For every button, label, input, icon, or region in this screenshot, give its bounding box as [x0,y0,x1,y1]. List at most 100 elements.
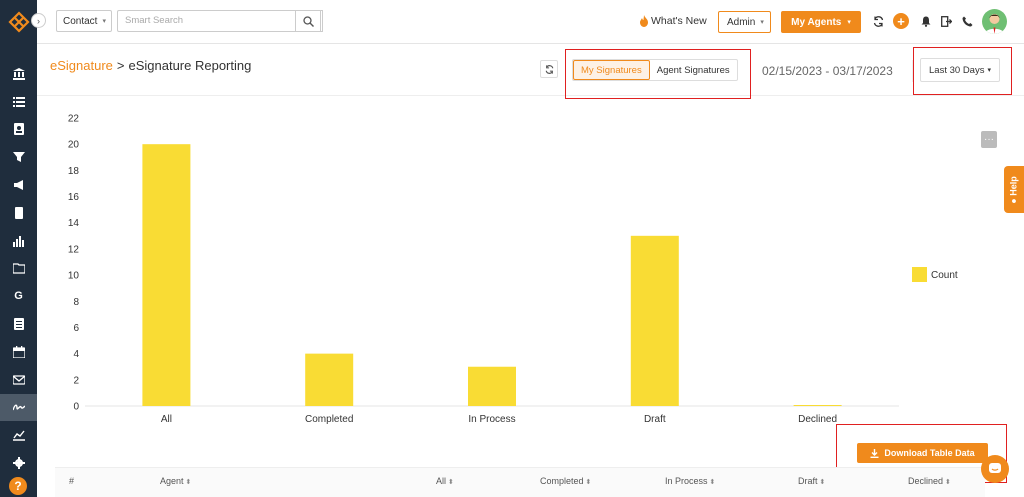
col-draft[interactable]: Draft ⬍ [798,476,825,486]
funnel-icon[interactable] [0,143,37,171]
megaphone-icon[interactable] [0,171,37,199]
user-avatar[interactable] [982,9,1007,34]
mail-icon[interactable] [0,366,37,394]
x-tick-label: Draft [644,414,666,425]
y-tick-label: 2 [73,375,79,386]
signature-tabs: My Signatures Agent Signatures [572,59,738,81]
bar-chart-icon[interactable] [0,227,37,255]
search-icon [302,15,314,27]
tab-agent-signatures[interactable]: Agent Signatures [650,60,737,80]
help-circle-icon[interactable]: ? [9,477,27,495]
help-tab-icon: ● [1009,195,1020,204]
date-range-field[interactable]: 02/15/2023 - 03/17/2023 [755,60,913,82]
whats-new-label: What's New [651,15,707,27]
document-icon[interactable] [0,199,37,227]
refresh-button[interactable] [540,60,558,78]
page-title: eSignature Reporting [128,58,252,73]
col-declined[interactable]: Declined ⬍ [908,476,951,486]
contact-card-icon[interactable] [0,116,37,144]
spreadsheet-icon[interactable] [0,310,37,338]
y-tick-label: 18 [68,166,80,177]
gear-icon[interactable] [0,449,37,477]
download-label: Download Table Data [884,448,975,458]
signature-chart: 0 2 4 6 8 10 12 14 16 18 20 22 All Completed In Proces… [37,96,1024,436]
table-header: # Agent ⬍ All ⬍ Completed ⬍ In Process ⬍ Dra… [55,467,985,497]
x-tick-label: Declined [798,414,837,425]
bar-chart: 0 2 4 6 8 10 12 14 16 18 20 22 All Completed In Proces… [68,114,958,426]
period-select-label: Last 30 Days [929,64,985,76]
y-tick-label: 0 [73,402,79,413]
sidebar: G ? [0,0,37,497]
legend-label: Count [931,270,958,281]
my-agents-label: My Agents [791,16,842,28]
sort-icon: ⬍ [709,479,716,486]
y-tick-label: 20 [68,140,80,151]
y-tick-label: 16 [68,192,80,203]
help-tab[interactable]: ● Help [1004,166,1024,213]
x-tick-label: Completed [305,414,353,425]
calendar-icon[interactable] [0,338,37,366]
y-tick-label: 14 [68,218,80,229]
list-icon[interactable] [0,88,37,116]
sort-icon: ⬍ [945,479,951,486]
download-table-button[interactable]: Download Table Data [857,443,988,463]
signature-icon[interactable] [0,393,37,422]
sort-icon: ⬍ [819,479,826,486]
search-button[interactable] [295,10,321,32]
refresh-icon [545,64,553,74]
bar-all[interactable] [142,144,191,406]
bank-icon[interactable] [0,60,37,88]
y-tick-label: 10 [68,271,80,282]
y-tick-label: 4 [73,349,79,360]
tab-my-signatures[interactable]: My Signatures [573,60,650,80]
chat-icon[interactable] [981,455,1009,483]
page-header: eSignature > eSignature Reporting My Sig… [37,44,1024,96]
chevron-down-icon: ▾ [847,19,851,26]
sort-icon: ⬍ [185,479,192,486]
contact-select-label: Contact [63,15,98,27]
legend-swatch [912,267,927,282]
y-tick-label: 12 [68,244,80,255]
chevron-down-icon: ▾ [102,18,106,25]
top-bar: Contact ▾ Smart Search What's New Admin … [37,0,1024,44]
col-all[interactable]: All ⬍ [436,476,454,486]
col-completed[interactable]: Completed ⬍ [540,476,591,486]
sync-icon[interactable] [872,15,885,28]
contact-type-select[interactable]: Contact ▾ [56,10,112,32]
bar-draft[interactable] [630,235,679,406]
breadcrumb-separator: > [116,58,125,73]
y-tick-label: 22 [68,114,80,125]
breadcrumb-esignature[interactable]: eSignature [50,58,113,73]
bar-declined[interactable] [793,405,842,406]
x-tick-label: In Process [468,414,515,425]
whats-new-link[interactable]: What's New [639,15,707,27]
flame-icon [640,15,648,27]
line-chart-icon[interactable] [0,421,37,449]
x-tick-label: All [161,414,172,425]
admin-select-label: Admin [727,16,756,28]
col-in-process[interactable]: In Process ⬍ [665,476,715,486]
admin-select[interactable]: Admin ▾ [718,11,771,33]
y-tick-label: 8 [73,297,79,308]
smart-search-input[interactable]: Smart Search [117,10,323,32]
chart-menu-icon[interactable]: ··· [981,131,997,148]
add-icon[interactable]: + [893,13,909,29]
my-agents-button[interactable]: My Agents ▾ [781,11,861,33]
phone-icon[interactable] [961,15,974,28]
period-select[interactable]: Last 30 Days ▾ [920,58,1000,82]
logout-icon[interactable] [940,15,953,28]
download-icon [870,448,879,458]
sort-icon: ⬍ [448,479,454,486]
help-tab-label: Help [1009,175,1020,196]
col-index: # [69,476,75,486]
bell-icon[interactable] [919,15,932,28]
bar-completed[interactable] [305,353,354,406]
google-icon[interactable]: G [0,282,37,310]
chevron-down-icon: ▾ [987,67,991,74]
sidebar-collapse-button[interactable]: › [31,13,46,28]
folder-icon[interactable] [0,255,37,283]
chevron-down-icon: ▾ [760,19,764,26]
bar-in-process[interactable] [468,366,516,406]
sort-icon: ⬍ [585,479,592,486]
col-agent[interactable]: Agent ⬍ [160,476,191,486]
